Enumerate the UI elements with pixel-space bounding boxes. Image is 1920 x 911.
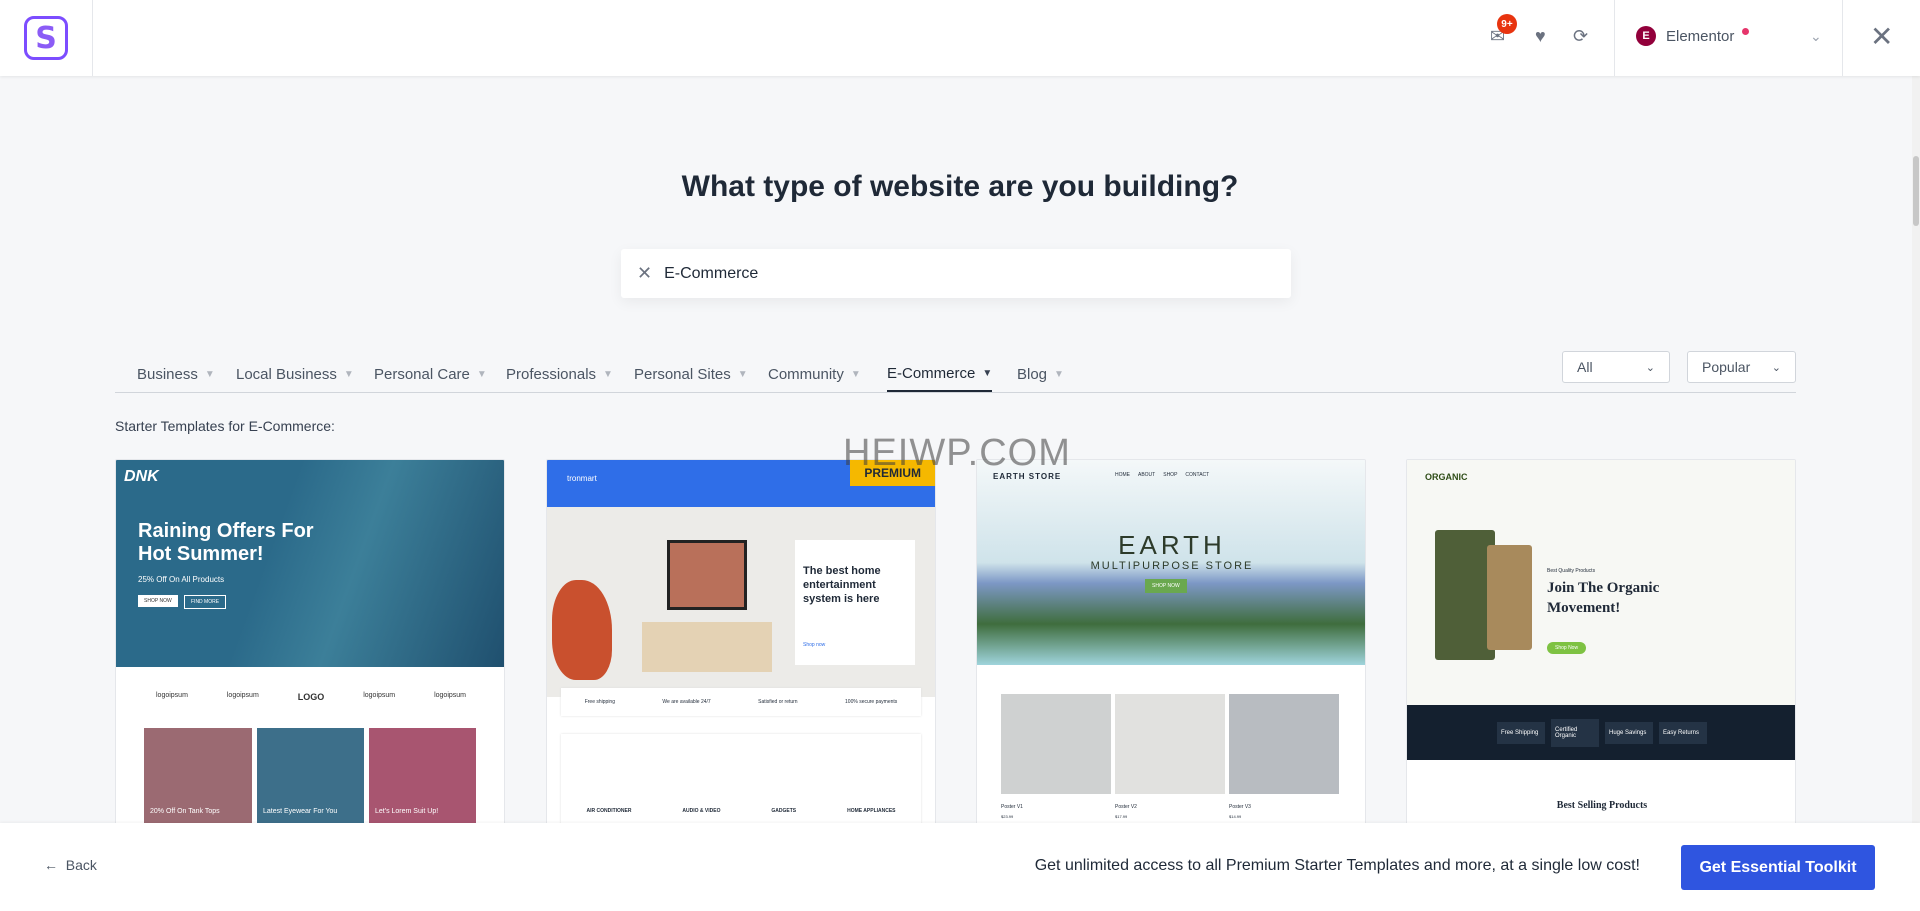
template-headline: EARTH	[1118, 530, 1226, 560]
tab-e-commerce[interactable]: E-Commerce ▼	[887, 357, 993, 392]
feature: Satisfied or return	[758, 699, 798, 705]
divider	[92, 0, 93, 76]
tab-local-business[interactable]: Local Business ▼	[236, 357, 354, 392]
feature: 100% secure payments	[845, 699, 898, 705]
page-title: What type of website are you building?	[681, 170, 1239, 203]
feature: Free shipping	[584, 699, 615, 705]
tab-label: E-Commerce	[887, 365, 976, 382]
template-headline: Raining Offers For	[138, 520, 314, 542]
tab-blog[interactable]: Blog ▼	[1017, 357, 1064, 392]
new-dot	[1742, 27, 1750, 35]
tab-label: Community	[768, 366, 844, 383]
template-button: SHOP NOW	[138, 595, 178, 607]
watermark: HEIWP.COM	[843, 432, 1071, 474]
product-category: GADGETS	[771, 808, 797, 814]
chevron-down-icon: ▼	[603, 369, 613, 380]
clear-search-icon[interactable]: ✕	[637, 263, 652, 284]
hero-card: The best home entertainment system is he…	[795, 540, 915, 665]
footer-bar: ← Back Get unlimited access to all Premi…	[0, 823, 1920, 911]
features-band: Free Shipping Certified Organic Huge Savin…	[1407, 705, 1795, 760]
chevron-down-icon: ⌄	[1645, 361, 1655, 374]
template-sub: MULTIPURPOSE STORE	[1090, 560, 1254, 572]
tab-label: Business	[137, 366, 198, 383]
tab-community[interactable]: Community ▼	[768, 357, 861, 392]
chevron-down-icon[interactable]: ⌄	[1810, 28, 1822, 45]
tab-personal-sites[interactable]: Personal Sites ▼	[634, 357, 748, 392]
tab-label: Professionals	[506, 366, 597, 383]
tab-business[interactable]: Business ▼	[137, 357, 215, 392]
feature: We are available 24/7	[662, 699, 711, 705]
template-headline: Hot Summer!	[138, 543, 264, 565]
promo-text: Get unlimited access to all Premium Star…	[1034, 857, 1640, 874]
sync-icon[interactable]: ⟳	[1573, 26, 1588, 47]
select-value: Popular	[1702, 359, 1751, 375]
tab-label: Personal Sites	[634, 366, 731, 383]
category-tabs: Business ▼ Local Business ▼ Personal Care ▼…	[115, 350, 1796, 393]
tile: Let's Lorem Suit Up!	[369, 728, 476, 828]
partner-logo: logoipsum	[156, 692, 188, 699]
product-category: AUDIO & VIDEO	[682, 808, 721, 814]
tab-label: Blog	[1017, 366, 1048, 383]
template-brand: ORGANIC	[1425, 472, 1468, 482]
chevron-down-icon: ▼	[850, 369, 861, 380]
tab-professionals[interactable]: Professionals ▼	[506, 357, 613, 392]
template-button: Shop Now	[1547, 642, 1587, 654]
template-brand: tronmart	[567, 474, 597, 483]
product-category: AIR CONDITIONER	[586, 808, 632, 814]
template-card[interactable]: EARTH STORE HOME ABOUT SHOP CONTACT EARTH M…	[976, 459, 1366, 829]
chevron-down-icon: ▼	[1054, 369, 1064, 380]
chevron-down-icon: ▼	[476, 369, 487, 380]
product-category: HOME APPLIANCES	[847, 808, 896, 814]
template-kicker: Best Quality Products	[1547, 568, 1596, 574]
select-value: All	[1577, 359, 1593, 375]
get-essential-toolkit-button[interactable]: Get Essential Toolkit	[1681, 845, 1875, 890]
template-card[interactable]: tronmart PREMIUM The best home entertain…	[546, 459, 936, 829]
elementor-icon: E	[1636, 26, 1656, 46]
section-subtitle: Starter Templates for E-Commerce:	[115, 418, 335, 434]
partner-logo: logoipsum	[434, 692, 466, 699]
template-button: SHOP NOW	[1145, 579, 1187, 593]
section-heading: Best Selling Products	[1556, 800, 1648, 811]
arrow-left-icon: ←	[44, 857, 58, 873]
partner-logo: LOGO	[297, 692, 325, 702]
sort-select[interactable]: Popular ⌄	[1687, 351, 1796, 383]
template-button: FIND MORE	[184, 595, 227, 609]
partner-logo: logoipsum	[363, 692, 396, 699]
chevron-down-icon: ▼	[737, 369, 748, 380]
template-brand: DNK	[124, 468, 159, 485]
top-bar: S ✉ 9+ ♥ ⟳ E Elementor ⌄ ✕	[0, 0, 1920, 76]
builder-label: Elementor	[1666, 27, 1735, 45]
app-logo[interactable]: S	[24, 16, 68, 60]
divider	[1842, 0, 1843, 76]
chevron-down-icon: ▼	[982, 368, 993, 379]
type-filter-select[interactable]: All ⌄	[1562, 351, 1670, 383]
chevron-down-icon: ▼	[204, 369, 215, 380]
tab-label: Local Business	[236, 366, 337, 383]
template-card[interactable]: ORGANIC Best Quality Products Join The O…	[1406, 459, 1796, 829]
back-button[interactable]: ← Back	[44, 857, 97, 873]
close-icon[interactable]: ✕	[1870, 20, 1893, 53]
tab-personal-care[interactable]: Personal Care ▼	[374, 357, 487, 392]
heart-icon[interactable]: ♥	[1535, 26, 1546, 47]
chevron-down-icon: ▼	[343, 369, 354, 380]
template-headline: Movement!	[1547, 600, 1621, 616]
page-builder-select[interactable]: E Elementor	[1636, 26, 1750, 46]
tile: Latest Eyewear For You	[257, 728, 364, 828]
template-headline: Join The Organic	[1547, 580, 1660, 596]
partner-logo: logoipsum	[226, 692, 259, 699]
search-value[interactable]: E-Commerce	[664, 265, 758, 283]
tab-label: Personal Care	[374, 366, 470, 383]
template-sub: 25% Off On All Products	[138, 575, 225, 584]
divider	[1614, 0, 1615, 76]
back-label: Back	[65, 857, 97, 873]
template-card[interactable]: DNK Raining Offers For Hot Summer! 25% O…	[115, 459, 505, 829]
notification-badge: 9+	[1497, 14, 1517, 34]
search-input[interactable]: ✕ E-Commerce	[621, 249, 1291, 298]
tile: 20% Off On Tank Tops	[144, 728, 252, 828]
chevron-down-icon: ⌄	[1771, 361, 1781, 374]
